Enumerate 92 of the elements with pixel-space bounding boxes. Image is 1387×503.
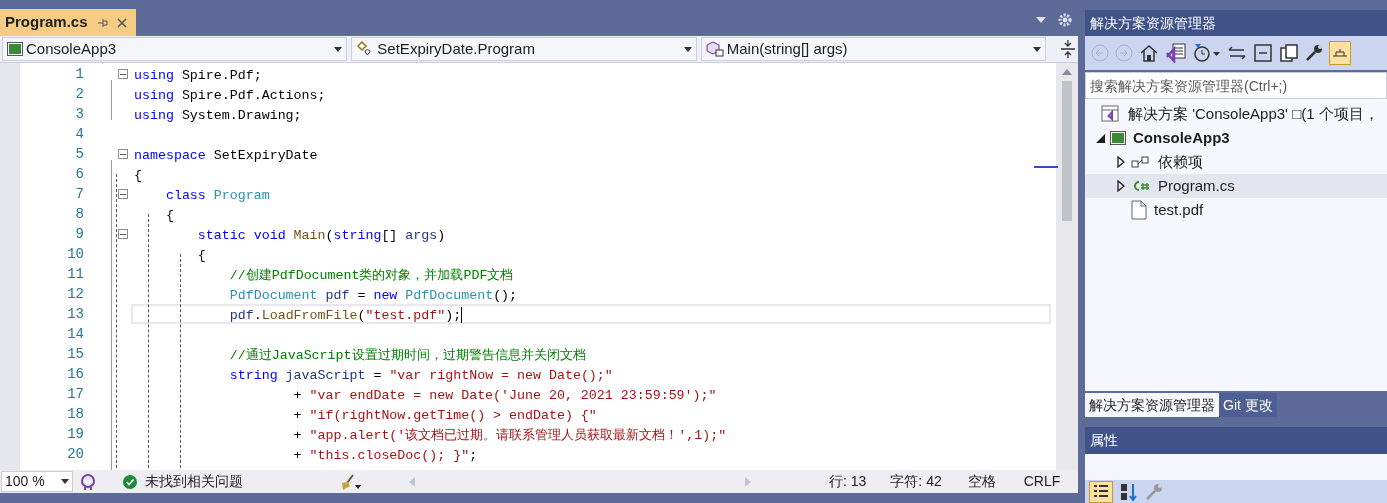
sync-icon[interactable]: [1227, 45, 1247, 61]
split-icon[interactable]: [1060, 39, 1076, 59]
line-number: 1: [74, 64, 84, 84]
collapse-icon[interactable]: [1253, 43, 1273, 63]
solution-icon: [1101, 105, 1121, 123]
panel-tab[interactable]: Git 更改: [1219, 393, 1277, 417]
panel-title: 解决方案资源管理器: [1085, 10, 1387, 36]
categorized-icon[interactable]: [1089, 480, 1113, 503]
scrollbar-thumb[interactable]: [1062, 81, 1072, 221]
collapsed-icon[interactable]: [1117, 156, 1125, 168]
code-line: + "var endDate = new Date('June 20, 2021 23:59:59');": [292, 387, 718, 404]
broom-icon[interactable]: [339, 473, 361, 490]
code-line: {: [164, 207, 175, 224]
collapse-icon[interactable]: [118, 229, 128, 239]
tree-item[interactable]: Program.cs: [1085, 174, 1387, 198]
line-number: 10: [66, 244, 84, 264]
issues-status[interactable]: 未找到相关问题: [145, 471, 243, 492]
caret-icon: [1033, 46, 1042, 52]
tree-item[interactable]: 解决方案 'ConsoleApp3' □(1 个项目，: [1085, 102, 1387, 126]
line-number: 13: [66, 304, 84, 324]
csharp-project-icon: [1110, 131, 1126, 145]
copy-icon[interactable]: [1279, 43, 1299, 63]
check-icon: [123, 474, 137, 489]
code-line: using Spire.Pdf;: [133, 67, 263, 84]
line-number: 6: [74, 164, 84, 184]
nav-dropdown[interactable]: Main(string[] args): [700, 37, 1047, 61]
close-icon[interactable]: [115, 16, 128, 29]
line-number: 16: [66, 364, 84, 384]
sort-icon[interactable]: [1119, 481, 1139, 502]
code-line: + "this.closeDoc(); }";: [292, 447, 479, 464]
line-number: 14: [66, 324, 84, 344]
panel-title: 属性: [1085, 427, 1387, 454]
zoom-dropdown[interactable]: 100 %: [1, 471, 73, 492]
spacing-mode[interactable]: 空格: [967, 471, 996, 492]
code-line: //通过JavaScript设置过期时间，过期警告信息并关闭文档: [228, 347, 587, 364]
line-number: 3: [74, 104, 84, 124]
nav-dropdown[interactable]: SetExpiryDate.Program: [351, 37, 697, 61]
collapse-icon[interactable]: [118, 149, 128, 159]
collapse-icon[interactable]: [118, 189, 128, 199]
expanded-icon[interactable]: [1095, 133, 1105, 143]
document-tab[interactable]: Program.cs: [0, 9, 136, 36]
line-number: 12: [66, 284, 84, 304]
code-line: namespace SetExpiryDate: [133, 147, 319, 164]
caret-icon: [61, 479, 69, 484]
caret-icon: [334, 46, 343, 52]
code-line: static void Main(string[] args): [196, 227, 447, 244]
file-icon: [1131, 200, 1147, 220]
line-number: 2: [74, 84, 84, 104]
csharp-project-icon: [7, 42, 23, 56]
line-number: 19: [66, 424, 84, 444]
code-line: class Program: [164, 187, 271, 204]
tree-item[interactable]: test.pdf: [1085, 198, 1387, 222]
line-number: 8: [74, 204, 84, 224]
dependencies-icon: [1131, 155, 1151, 169]
code-line: {: [196, 247, 207, 264]
code-line: using System.Drawing;: [133, 107, 303, 124]
code-line: + "app.alert('该文档已过期。请联系管理人员获取最新文档！',1);": [292, 427, 728, 444]
caret-icon: [683, 46, 692, 52]
tree-item[interactable]: ConsoleApp3: [1085, 126, 1387, 150]
wrench-icon[interactable]: [1305, 44, 1323, 62]
code-line: + "if(rightNow.getTime() > endDate) {": [292, 407, 598, 424]
solution-icon[interactable]: [1165, 43, 1187, 63]
search-field[interactable]: 搜索解决方案资源管理器(Ctrl+;): [1085, 72, 1387, 99]
column-position[interactable]: 字符: 42: [890, 471, 942, 492]
line-number: 15: [66, 344, 84, 364]
line-ending[interactable]: CRLF: [1023, 471, 1061, 492]
line-number: 17: [66, 384, 84, 404]
csharp-file-icon: [1131, 179, 1151, 193]
code-line: {: [133, 167, 143, 184]
collapsed-icon[interactable]: [1117, 180, 1125, 192]
code-line: //创建PdfDocument类的对象，并加载PDF文档: [228, 267, 515, 284]
line-number: 4: [74, 124, 84, 144]
history-icon[interactable]: [1193, 43, 1221, 63]
dropdown-icon[interactable]: [1036, 16, 1046, 23]
collapse-icon[interactable]: [118, 69, 128, 79]
nav-dropdown[interactable]: ConsoleApp3: [2, 37, 348, 61]
line-position[interactable]: 行: 13: [829, 471, 867, 492]
line-number: 18: [66, 404, 84, 424]
code-line: PdfDocument pdf = new PdfDocument();: [228, 287, 519, 304]
line-number: 11: [66, 264, 84, 284]
tree-item[interactable]: 依赖项: [1085, 150, 1387, 174]
home-icon[interactable]: [1139, 44, 1159, 62]
code-line: string javaScript = "var rightNow = new Date();": [228, 367, 614, 384]
panel-tab[interactable]: 解决方案资源管理器: [1085, 393, 1219, 417]
line-number: 7: [74, 184, 84, 204]
code-line: using Spire.Pdf.Actions;: [133, 87, 327, 104]
line-number: 9: [74, 224, 84, 244]
line-number: 5: [74, 144, 84, 164]
line-number: 20: [66, 444, 84, 464]
scroll-up-icon[interactable]: [1062, 69, 1072, 75]
settings-icon[interactable]: [1058, 12, 1072, 27]
cube-icon: [705, 41, 724, 57]
